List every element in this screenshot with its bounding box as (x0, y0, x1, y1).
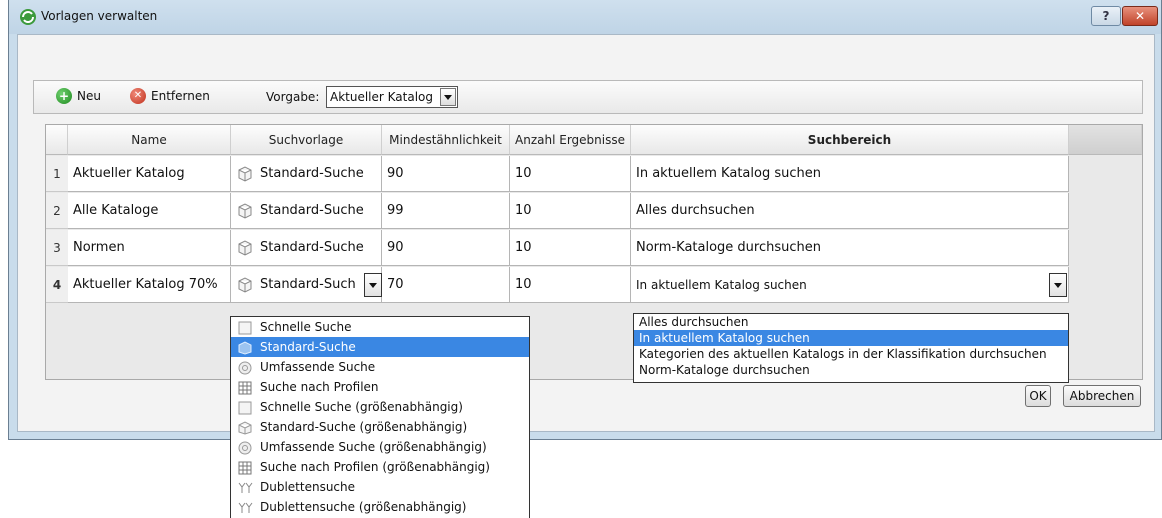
result-count-cell[interactable]: 10 (510, 156, 631, 192)
template-option-label: Dublettensuche (260, 480, 356, 494)
profile-search-icon (238, 381, 252, 394)
remove-button[interactable]: ✕ Entfernen (130, 88, 210, 104)
result-count-cell[interactable]: 10 (510, 230, 631, 266)
scope-dropdown-list: Alles durchsuchen In aktuellem Katalog s… (633, 313, 1069, 383)
template-dropdown-button[interactable] (364, 273, 382, 297)
remove-label: Entfernen (151, 89, 210, 103)
standard-search-icon (238, 340, 252, 355)
search-scope-cell[interactable]: Alles durchsuchen (631, 193, 1069, 229)
vorgabe-label: Vorgabe: (266, 90, 320, 104)
row-number: 1 (46, 156, 68, 192)
name-cell[interactable]: Alle Kataloge (68, 193, 231, 229)
template-option-label: Dublettensuche (größenabhängig) (260, 500, 467, 514)
row-number-header (46, 125, 68, 155)
template-option[interactable]: Dublettensuche (231, 477, 529, 497)
template-option[interactable]: Schnelle Suche (größenabhängig) (231, 397, 529, 417)
min-similarity-cell[interactable]: 70 (382, 267, 510, 303)
template-option-label: Schnelle Suche (größenabhängig) (260, 400, 463, 414)
template-option-label: Standard-Suche (größenabhängig) (260, 420, 468, 434)
template-option[interactable]: Suche nach Profilen (231, 377, 529, 397)
search-scope-cell[interactable]: In aktuellem Katalog suchen (631, 156, 1069, 192)
name-cell[interactable]: Normen (68, 230, 231, 266)
template-value: Standard-Suche (260, 240, 364, 255)
template-option-selected[interactable]: Standard-Suche (231, 337, 529, 357)
row-number: 3 (46, 230, 68, 266)
standard-search-icon (238, 420, 252, 435)
template-option-label: Schnelle Suche (260, 320, 352, 334)
template-cell[interactable]: Standard-Suche (231, 230, 382, 266)
standard-search-icon (238, 165, 252, 182)
row-number: 2 (46, 193, 68, 229)
chevron-down-icon (369, 282, 377, 288)
standard-search-icon (238, 239, 252, 256)
name-cell[interactable]: Aktueller Katalog 70% (68, 267, 231, 303)
new-label: Neu (77, 89, 101, 103)
row-number: 4 (46, 267, 68, 303)
close-button[interactable]: ✕ (1122, 6, 1158, 26)
name-cell[interactable]: Aktueller Katalog (68, 156, 231, 192)
template-option-label: Standard-Suche (260, 340, 356, 354)
cancel-button[interactable]: Abbrechen (1063, 385, 1141, 407)
scope-dropdown-button[interactable] (1049, 273, 1067, 297)
header-filler (1069, 125, 1142, 155)
add-icon: + (56, 88, 72, 104)
search-scope-cell[interactable]: Norm-Kataloge durchsuchen (631, 230, 1069, 266)
template-option[interactable]: Umfassende Suche (größenabhängig) (231, 437, 529, 457)
template-option[interactable]: Umfassende Suche (231, 357, 529, 377)
duplicate-search-icon (238, 502, 253, 513)
scope-option-selected[interactable]: In aktuellem Katalog suchen (634, 330, 1068, 346)
template-cell[interactable]: Standard-Suche (231, 156, 382, 192)
chevron-down-icon (1054, 282, 1062, 288)
new-button[interactable]: + Neu (56, 88, 101, 104)
toolbar: + Neu ✕ Entfernen Vorgabe: Aktueller Kat… (33, 80, 1143, 114)
column-header-name[interactable]: Name (68, 125, 231, 155)
remove-icon: ✕ (130, 88, 146, 104)
extensive-search-icon (238, 361, 252, 374)
templates-icon (20, 9, 36, 25)
template-option[interactable]: Dublettensuche (größenabhängig) (231, 497, 529, 517)
template-option-label: Umfassende Suche (größenabhängig) (260, 440, 487, 454)
column-header-search-scope[interactable]: Suchbereich (631, 125, 1069, 155)
template-value: Standard-Suche (260, 203, 364, 218)
result-count-cell[interactable]: 10 (510, 267, 631, 303)
duplicate-search-icon (238, 482, 253, 493)
vorgabe-value: Aktueller Katalog (330, 90, 434, 104)
vorgabe-select[interactable]: Aktueller Katalog (326, 86, 458, 108)
min-similarity-cell[interactable]: 90 (382, 156, 510, 192)
min-similarity-cell[interactable]: 90 (382, 230, 510, 266)
template-option[interactable]: Standard-Suche (größenabhängig) (231, 417, 529, 437)
template-option-label: Suche nach Profilen (größenabhängig) (260, 460, 490, 474)
search-scope-value: In aktuellem Katalog suchen (636, 278, 807, 292)
template-dropdown-list: Schnelle Suche Standard-Suche Umfassende… (230, 316, 530, 518)
scope-option[interactable]: Kategorien des aktuellen Katalogs in der… (634, 346, 1068, 362)
template-option[interactable]: Schnelle Suche (231, 317, 529, 337)
scope-option[interactable]: Norm-Kataloge durchsuchen (634, 362, 1068, 378)
column-header-template[interactable]: Suchvorlage (231, 125, 382, 155)
search-scope-combo[interactable]: In aktuellem Katalog suchen (631, 267, 1069, 303)
quick-search-icon (238, 401, 252, 414)
template-option-label: Umfassende Suche (260, 360, 376, 374)
column-header-min-similarity[interactable]: Mindestähnlichkeit (382, 125, 510, 155)
template-cell[interactable]: Standard-Suche (231, 193, 382, 229)
help-button[interactable]: ? (1091, 6, 1121, 26)
quick-search-icon (238, 321, 252, 334)
title-bar[interactable]: Vorlagen verwalten ? ✕ (9, 0, 1161, 34)
standard-search-icon (238, 202, 252, 219)
extensive-search-icon (238, 441, 252, 454)
result-count-cell[interactable]: 10 (510, 193, 631, 229)
standard-search-icon (238, 276, 252, 293)
template-cell[interactable]: Standard-Such (231, 267, 382, 303)
template-value: Standard-Suche (260, 166, 364, 181)
min-similarity-cell[interactable]: 99 (382, 193, 510, 229)
column-header-result-count[interactable]: Anzahl Ergebnisse (510, 125, 631, 155)
chevron-down-icon[interactable] (440, 88, 456, 106)
profile-search-icon (238, 461, 252, 474)
template-option[interactable]: Suche nach Profilen (größenabhängig) (231, 457, 529, 477)
template-value: Standard-Such (260, 277, 356, 292)
scope-option[interactable]: Alles durchsuchen (634, 314, 1068, 330)
template-option-label: Suche nach Profilen (260, 380, 379, 394)
window-title: Vorlagen verwalten (41, 9, 158, 23)
ok-button[interactable]: OK (1025, 385, 1051, 407)
